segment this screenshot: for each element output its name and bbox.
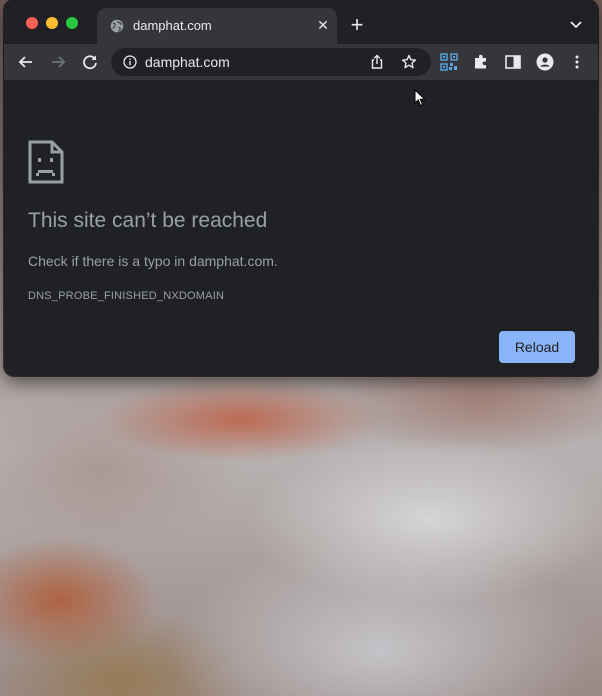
address-bar-url: damphat.com: [145, 54, 230, 70]
qr-extension-icon[interactable]: [440, 53, 458, 71]
tab-close-icon[interactable]: ✕: [315, 17, 331, 33]
window-minimize-button[interactable]: [46, 17, 58, 29]
error-page: This site can’t be reached Check if ther…: [4, 81, 598, 376]
new-tab-button[interactable]: +: [349, 14, 365, 36]
tab-title: damphat.com: [133, 18, 212, 33]
window-close-button[interactable]: [26, 17, 38, 29]
profile-avatar-icon[interactable]: [536, 53, 554, 71]
window-maximize-button[interactable]: [66, 17, 78, 29]
sad-page-icon: [28, 140, 64, 184]
reload-button[interactable]: Reload: [499, 331, 575, 363]
menu-dots-icon[interactable]: [568, 53, 586, 71]
error-code: DNS_PROBE_FINISHED_NXDOMAIN: [28, 290, 225, 302]
address-bar[interactable]: damphat.com: [111, 48, 431, 76]
tab-strip: damphat.com ✕ +: [4, 0, 598, 44]
error-title: This site can’t be reached: [28, 209, 268, 232]
error-description: Check if there is a typo in damphat.com.: [28, 253, 278, 269]
chevron-down-icon[interactable]: [570, 21, 582, 29]
info-icon[interactable]: [123, 55, 137, 69]
globe-icon: [110, 19, 124, 33]
reload-icon[interactable]: [81, 53, 99, 71]
browser-toolbar: damphat.com: [4, 44, 598, 81]
tab-active[interactable]: damphat.com ✕: [97, 8, 337, 44]
back-arrow-icon[interactable]: [17, 53, 35, 71]
share-icon[interactable]: [369, 54, 385, 70]
forward-arrow-icon[interactable]: [49, 53, 67, 71]
browser-window: damphat.com ✕ + damphat.com This site ca…: [4, 0, 598, 376]
mouse-cursor-icon: [414, 89, 426, 107]
extensions-puzzle-icon[interactable]: [472, 53, 490, 71]
bookmark-star-icon[interactable]: [401, 54, 417, 70]
side-panel-icon[interactable]: [504, 53, 522, 71]
